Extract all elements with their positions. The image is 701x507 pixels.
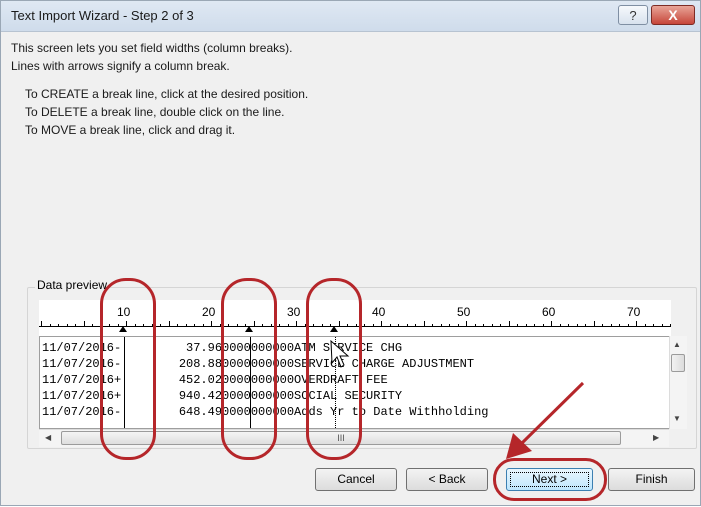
text-import-wizard-dialog: Text Import Wizard - Step 2 of 3 ? X Thi… [0,0,701,506]
annotation-arrow [330,339,585,459]
